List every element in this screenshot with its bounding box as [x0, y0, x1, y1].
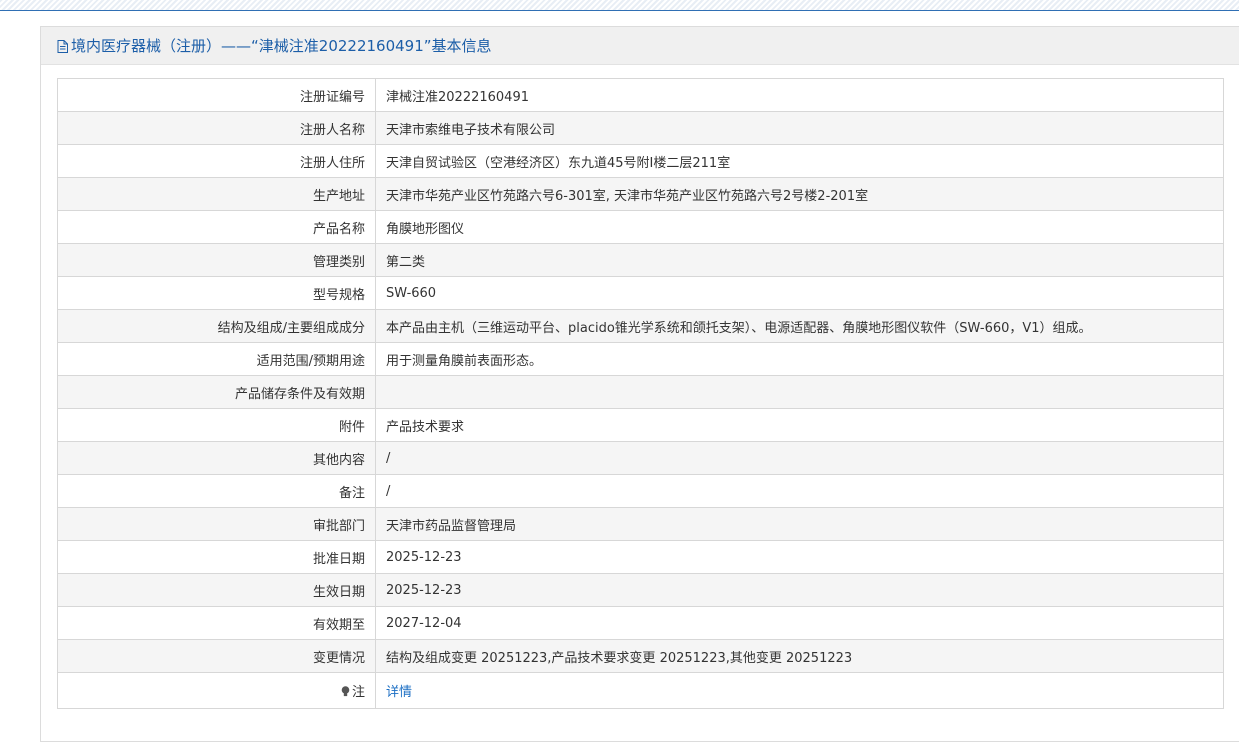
management-class-label: 管理类别	[57, 243, 376, 277]
change-status-label: 变更情况	[57, 639, 376, 673]
structure-composition-label: 结构及组成/主要组成成分	[57, 309, 376, 343]
remarks-label: 备注	[57, 474, 376, 508]
approval-department-label: 审批部门	[57, 507, 376, 541]
table-row-intended-use: 适用范围/预期用途 用于测量角膜前表面形态。	[57, 342, 1224, 376]
table-row-effective-date: 生效日期 2025-12-23	[57, 573, 1224, 607]
structure-composition-value: 本产品由主机（三维运动平台、placido锥光学系统和颌托支架）、电源适配器、角…	[375, 309, 1224, 343]
table-row-attachment: 附件 产品技术要求	[57, 408, 1224, 442]
remarks-value: /	[375, 474, 1224, 508]
table-row-change-status: 变更情况 结构及组成变更 20251223,产品技术要求变更 20251223,其…	[57, 639, 1224, 673]
table-row-approval-department: 审批部门 天津市药品监督管理局	[57, 507, 1224, 541]
other-content-value: /	[375, 441, 1224, 475]
table-row-other-content: 其他内容 /	[57, 441, 1224, 475]
approval-date-value: 2025-12-23	[375, 540, 1224, 574]
approval-department-value: 天津市药品监督管理局	[375, 507, 1224, 541]
intended-use-value: 用于测量角膜前表面形态。	[375, 342, 1224, 376]
effective-date-label: 生效日期	[57, 573, 376, 607]
document-icon	[57, 39, 68, 53]
table-row-remarks: 备注 /	[57, 474, 1224, 508]
table-row-registrant-address: 注册人住所 天津自贸试验区（空港经济区）东九道45号附I楼二层211室	[57, 144, 1224, 178]
table-row-product-name: 产品名称 角膜地形图仪	[57, 210, 1224, 244]
production-address-label: 生产地址	[57, 177, 376, 211]
effective-date-value: 2025-12-23	[375, 573, 1224, 607]
panel-header: 境内医疗器械（注册）——“津械注准20222160491”基本信息	[41, 27, 1239, 65]
model-spec-label: 型号规格	[57, 276, 376, 310]
note-label-cell: 注	[57, 672, 376, 709]
other-content-label: 其他内容	[57, 441, 376, 475]
table-row-model-spec: 型号规格 SW-660	[57, 276, 1224, 310]
attachment-value: 产品技术要求	[375, 408, 1224, 442]
info-table: 注册证编号 津械注准20222160491 注册人名称 天津市索维电子技术有限公司 注册…	[57, 78, 1224, 709]
production-address-value: 天津市华苑产业区竹苑路六号6-301室, 天津市华苑产业区竹苑路六号2号楼2-2…	[375, 177, 1224, 211]
note-value-cell: 详情	[375, 672, 1224, 709]
storage-conditions-label: 产品储存条件及有效期	[57, 375, 376, 409]
table-row-approval-date: 批准日期 2025-12-23	[57, 540, 1224, 574]
note-label: 注	[351, 685, 365, 700]
table-row-registrant-name: 注册人名称 天津市索维电子技术有限公司	[57, 111, 1224, 145]
product-name-label: 产品名称	[57, 210, 376, 244]
table-row-production-address: 生产地址 天津市华苑产业区竹苑路六号6-301室, 天津市华苑产业区竹苑路六号2号…	[57, 177, 1224, 211]
registrant-address-value: 天津自贸试验区（空港经济区）东九道45号附I楼二层211室	[375, 144, 1224, 178]
top-decorative-strip	[0, 0, 1239, 11]
registrant-address-label: 注册人住所	[57, 144, 376, 178]
registration-number-value: 津械注准20222160491	[375, 78, 1224, 112]
details-link[interactable]: 详情	[386, 685, 412, 700]
lightbulb-icon	[341, 686, 350, 697]
table-row-structure-composition: 结构及组成/主要组成成分 本产品由主机（三维运动平台、placido锥光学系统和颌…	[57, 309, 1224, 343]
model-spec-value: SW-660	[375, 276, 1224, 310]
table-row-registration-number: 注册证编号 津械注准20222160491	[57, 78, 1224, 112]
registrant-name-label: 注册人名称	[57, 111, 376, 145]
table-row-management-class: 管理类别 第二类	[57, 243, 1224, 277]
intended-use-label: 适用范围/预期用途	[57, 342, 376, 376]
product-name-value: 角膜地形图仪	[375, 210, 1224, 244]
page-title: 境内医疗器械（注册）——“津械注准20222160491”基本信息	[71, 37, 492, 55]
table-row-storage-conditions: 产品储存条件及有效期	[57, 375, 1224, 409]
management-class-value: 第二类	[375, 243, 1224, 277]
registration-info-panel: 境内医疗器械（注册）——“津械注准20222160491”基本信息 注册证编号津…	[40, 26, 1239, 742]
expiry-date-value: 2027-12-04	[375, 606, 1224, 640]
approval-date-label: 批准日期	[57, 540, 376, 574]
change-status-value: 结构及组成变更 20251223,产品技术要求变更 20251223,其他变更 …	[375, 639, 1224, 673]
registrant-name-value: 天津市索维电子技术有限公司	[375, 111, 1224, 145]
expiry-date-label: 有效期至	[57, 606, 376, 640]
table-row-note: 注 详情	[57, 672, 1224, 709]
registration-number-label: 注册证编号	[57, 78, 376, 112]
attachment-label: 附件	[57, 408, 376, 442]
storage-conditions-value	[375, 375, 1224, 409]
table-row-expiry-date: 有效期至 2027-12-04	[57, 606, 1224, 640]
